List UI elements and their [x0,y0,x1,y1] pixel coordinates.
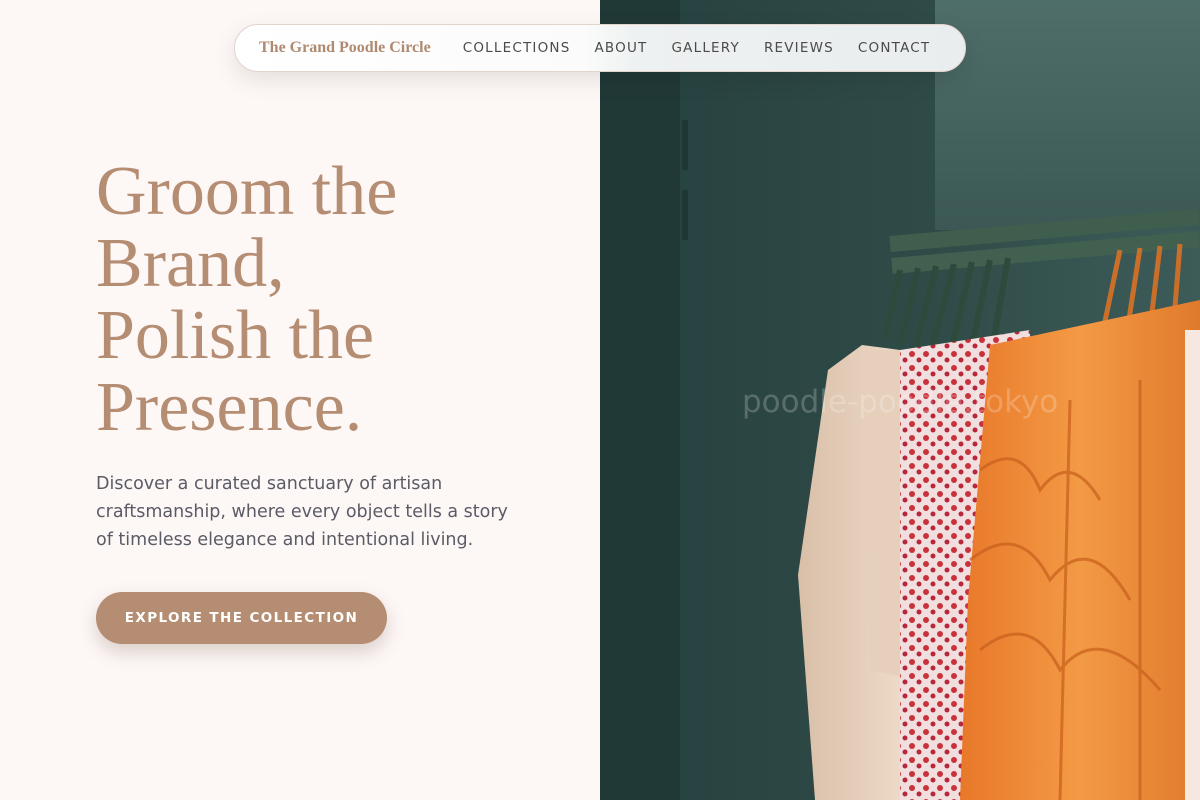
top-navigation: The Grand Poodle Circle COLLECTIONS ABOU… [234,24,966,72]
nav-link-about[interactable]: ABOUT [594,40,647,56]
explore-collection-button[interactable]: EXPLORE THE COLLECTION [96,592,387,644]
hero-title-line: Brand, [96,225,285,302]
hero-title: Groom the Brand, Polish the Presence. [96,156,576,444]
hero-title-line: Polish the [96,297,375,374]
watermark-text: poodle-poodle.tokyo [742,384,1059,420]
hero-description: Discover a curated sanctuary of artisan … [96,474,508,550]
nav-link-contact[interactable]: CONTACT [858,40,930,56]
nav-links: COLLECTIONS ABOUT GALLERY REVIEWS CONTAC… [463,40,955,56]
brand-logo[interactable]: The Grand Poodle Circle [259,39,431,57]
hero-title-line: Presence. [96,369,363,446]
hero-title-line: Groom the [96,153,398,230]
nav-link-reviews[interactable]: REVIEWS [764,40,834,56]
nav-link-collections[interactable]: COLLECTIONS [463,40,571,56]
nav-link-gallery[interactable]: GALLERY [672,40,740,56]
